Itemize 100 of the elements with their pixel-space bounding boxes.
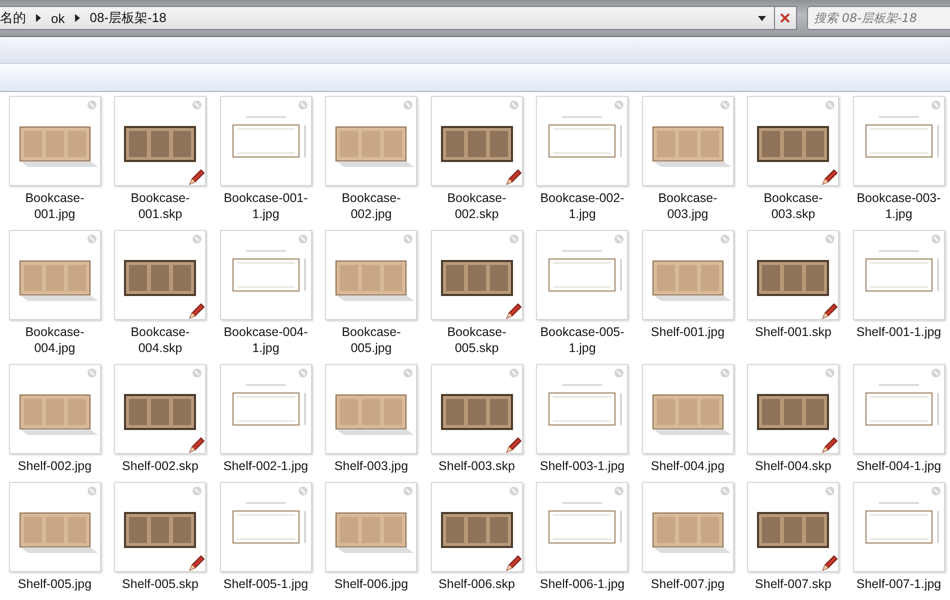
file-thumbnail[interactable]	[852, 230, 945, 320]
pencil-icon	[188, 168, 206, 186]
file-name: Bookcase-005.jpg	[340, 324, 402, 356]
file-thumbnail[interactable]	[536, 230, 628, 320]
file-thumbnail[interactable]	[430, 482, 523, 572]
corner-icon	[298, 486, 308, 496]
corner-icon	[614, 100, 624, 110]
file-thumbnail[interactable]	[430, 96, 523, 186]
corner-icon	[720, 486, 730, 496]
file-name: Bookcase-003.jpg	[657, 190, 718, 222]
chevron-icon[interactable]	[36, 14, 41, 22]
file-name: Bookcase-005.skp	[446, 324, 508, 356]
file-name: Shelf-006.skp	[438, 576, 516, 592]
corner-icon	[508, 234, 519, 244]
file-thumbnail[interactable]	[430, 364, 523, 454]
corner-icon	[86, 368, 97, 378]
file-name: Bookcase-002.jpg	[340, 190, 402, 222]
corner-icon	[614, 368, 624, 378]
file-name: Shelf-003-1.jpg	[538, 458, 626, 474]
file-name: Shelf-001.jpg	[650, 324, 726, 340]
file-thumbnail[interactable]	[220, 482, 312, 572]
file-name: Bookcase-001.skp	[130, 190, 191, 222]
corner-icon	[614, 486, 624, 496]
pencil-icon	[821, 436, 840, 454]
corner-icon	[298, 234, 308, 244]
file-thumbnail[interactable]	[8, 482, 101, 572]
file-name: Bookcase-005-1.jpg	[539, 324, 626, 356]
corner-icon	[192, 234, 202, 244]
file-name: Shelf-005-1.jpg	[222, 576, 310, 592]
file-thumbnail[interactable]	[536, 364, 628, 454]
pencil-icon	[504, 554, 523, 572]
file-name: Shelf-007.skp	[754, 576, 832, 592]
file-thumbnail[interactable]	[8, 96, 101, 186]
file-thumbnail[interactable]	[430, 230, 523, 320]
corner-icon	[192, 368, 202, 378]
file-thumbnail[interactable]	[114, 482, 206, 572]
file-name: Bookcase-004.skp	[130, 324, 191, 356]
corner-icon	[508, 100, 519, 110]
file-name: Shelf-007-1.jpg	[855, 576, 942, 592]
file-thumbnail[interactable]	[747, 96, 840, 186]
file-name: Shelf-006-1.jpg	[538, 576, 626, 592]
file-thumbnail[interactable]	[220, 230, 312, 320]
breadcrumb[interactable]: 名的	[0, 9, 26, 27]
file-thumbnail[interactable]	[536, 482, 628, 572]
file-thumbnail[interactable]	[642, 482, 734, 572]
file-thumbnail[interactable]	[642, 96, 734, 186]
file-name: Shelf-004.skp	[754, 458, 832, 474]
file-name: Bookcase-002.skp	[446, 190, 508, 222]
file-thumbnail[interactable]	[852, 482, 945, 572]
corner-icon	[930, 234, 941, 244]
file-name: Bookcase-001.jpg	[24, 190, 86, 222]
file-thumbnail[interactable]	[642, 230, 734, 320]
corner-icon	[720, 234, 730, 244]
file-thumbnail[interactable]	[8, 230, 101, 320]
file-thumbnail[interactable]	[220, 364, 312, 454]
close-icon	[779, 12, 792, 24]
file-thumbnail[interactable]	[325, 482, 418, 572]
dropdown-caret-icon[interactable]	[758, 16, 766, 20]
file-name: Shelf-007.jpg	[650, 576, 726, 592]
file-thumbnail[interactable]	[747, 230, 840, 320]
pencil-icon	[821, 168, 840, 186]
file-thumbnail[interactable]	[8, 364, 101, 454]
file-thumbnail[interactable]	[325, 364, 418, 454]
corner-icon	[403, 368, 414, 378]
file-thumbnail[interactable]	[325, 230, 418, 320]
pencil-icon	[821, 302, 840, 320]
corner-icon	[825, 368, 836, 378]
file-thumbnail[interactable]	[220, 96, 312, 186]
address-bar[interactable]: 名的 ok 08-层板架-18	[0, 6, 775, 30]
corner-icon	[930, 100, 941, 110]
corner-icon	[614, 234, 624, 244]
file-thumbnail[interactable]	[747, 364, 840, 454]
pencil-icon	[821, 554, 840, 572]
file-thumbnail[interactable]	[325, 96, 418, 186]
corner-icon	[825, 100, 836, 110]
clear-button[interactable]	[774, 6, 797, 30]
file-thumbnail[interactable]	[642, 364, 734, 454]
breadcrumb[interactable]: 08-层板架-18	[90, 9, 166, 27]
corner-icon	[825, 486, 836, 496]
corner-icon	[192, 100, 202, 110]
file-thumbnail[interactable]	[114, 364, 206, 454]
corner-icon	[298, 368, 308, 378]
chevron-icon[interactable]	[74, 14, 80, 22]
corner-icon	[930, 368, 941, 378]
file-thumbnail[interactable]	[114, 230, 206, 320]
file-name: Shelf-002.skp	[121, 458, 200, 474]
breadcrumb[interactable]: ok	[51, 10, 65, 26]
corner-icon	[86, 234, 97, 244]
file-name: Bookcase-004-1.jpg	[222, 324, 309, 356]
file-thumbnail[interactable]	[536, 96, 628, 186]
file-thumbnail[interactable]	[852, 364, 945, 454]
search-field[interactable]: 搜索 08-层板架-18	[807, 6, 950, 30]
corner-icon	[720, 368, 730, 378]
file-name: Bookcase-002-1.jpg	[539, 190, 626, 222]
file-thumbnail[interactable]	[852, 96, 945, 186]
file-thumbnail[interactable]	[747, 482, 840, 572]
pencil-icon	[188, 302, 206, 320]
corner-icon	[508, 486, 519, 496]
file-thumbnail[interactable]	[114, 96, 206, 186]
corner-icon	[298, 100, 308, 110]
